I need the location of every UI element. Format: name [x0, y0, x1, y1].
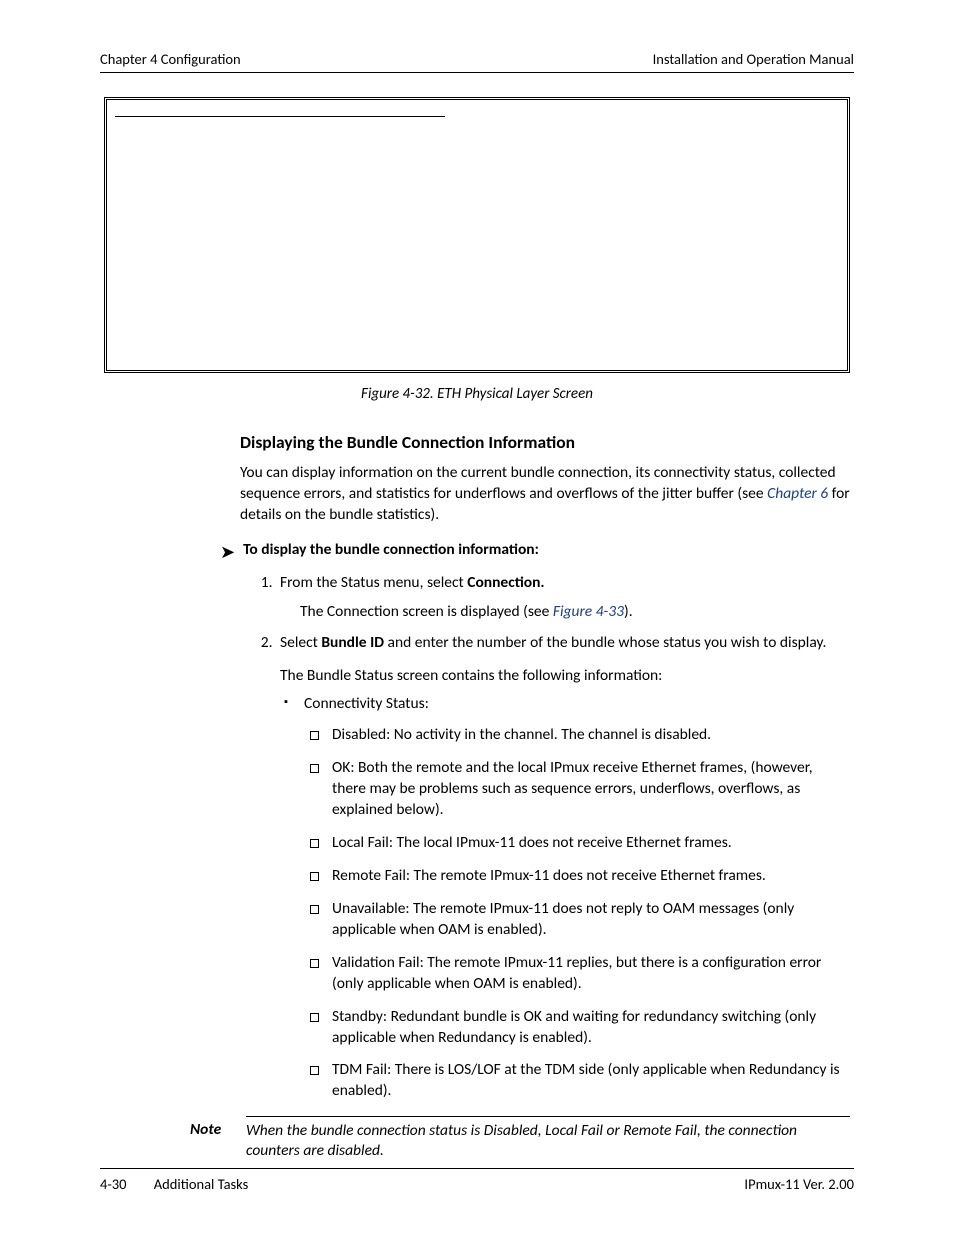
- step1-text-b: Connection.: [467, 573, 544, 592]
- status-standby: Standby: Redundant bundle is OK and wait…: [304, 1007, 850, 1049]
- step-2: Select Bundle ID and enter the number of…: [276, 633, 850, 1103]
- document-page: Chapter 4 Configuration Installation and…: [0, 0, 954, 1235]
- header-left: Chapter 4 Configuration: [100, 50, 241, 68]
- step1-sub: The Connection screen is displayed (see …: [300, 602, 850, 623]
- step1-text-a: From the Status menu, select: [280, 573, 467, 592]
- running-footer: 4-30 Additional Tasks IPmux-11 Ver. 2.00: [100, 1168, 854, 1193]
- chapter-link[interactable]: Chapter 6: [767, 484, 828, 503]
- status-remote-fail: Remote Fail: The remote IPmux-11 does no…: [304, 866, 850, 887]
- header-right: Installation and Operation Manual: [653, 50, 854, 68]
- arrow-icon: ➤: [220, 541, 235, 563]
- step2-text-b: Bundle ID: [321, 633, 384, 652]
- figure-rule: [115, 116, 445, 117]
- intro-text-1: You can display information on the curre…: [240, 463, 836, 503]
- status-unavailable: Unavailable: The remote IPmux-11 does no…: [304, 899, 850, 941]
- step2-sub: The Bundle Status screen contains the fo…: [280, 666, 850, 687]
- page-number: 4-30: [100, 1175, 127, 1193]
- status-tdm-fail: TDM Fail: There is LOS/LOF at the TDM si…: [304, 1060, 850, 1102]
- section-heading: Displaying the Bundle Connection Informa…: [240, 431, 850, 453]
- step2-text-a: Select: [280, 633, 321, 652]
- procedure-title: To display the bundle connection informa…: [243, 540, 539, 559]
- status-validation-fail: Validation Fail: The remote IPmux-11 rep…: [304, 953, 850, 995]
- procedure-steps: From the Status menu, select Connection.…: [250, 573, 850, 1103]
- step1-sub-a: The Connection screen is displayed (see: [300, 602, 553, 621]
- status-local-fail: Local Fail: The local IPmux-11 does not …: [304, 833, 850, 854]
- bullet-label: Connectivity Status:: [304, 694, 429, 713]
- figure-caption: Figure 4-32. ETH Physical Layer Screen: [100, 385, 854, 403]
- step1-sub-b: ).: [624, 602, 633, 621]
- step2-text-c: and enter the number of the bundle whose…: [384, 633, 826, 652]
- section-block: Displaying the Bundle Connection Informa…: [240, 431, 850, 526]
- running-header: Chapter 4 Configuration Installation and…: [100, 50, 854, 73]
- footer-right: IPmux-11 Ver. 2.00: [744, 1175, 854, 1193]
- status-disabled: Disabled: No activity in the channel. Th…: [304, 725, 850, 746]
- status-list: Disabled: No activity in the channel. Th…: [304, 725, 850, 1102]
- figure-link[interactable]: Figure 4-33: [553, 602, 624, 621]
- note-body: When the bundle connection status is Dis…: [246, 1116, 850, 1168]
- figure-placeholder: [104, 97, 850, 373]
- note-label: Note: [190, 1116, 246, 1168]
- bullet-list: Connectivity Status: Disabled: No activi…: [280, 694, 850, 1102]
- step-1: From the Status menu, select Connection.…: [276, 573, 850, 623]
- footer-section: Additional Tasks: [154, 1175, 249, 1193]
- intro-paragraph: You can display information on the curre…: [240, 463, 850, 526]
- status-ok: OK: Both the remote and the local IPmux …: [304, 758, 850, 821]
- bullet-connectivity: Connectivity Status: Disabled: No activi…: [280, 694, 850, 1102]
- footer-left: 4-30 Additional Tasks: [100, 1175, 248, 1193]
- procedure-heading-row: ➤ To display the bundle connection infor…: [220, 540, 854, 563]
- note-block: Note When the bundle connection status i…: [190, 1116, 850, 1168]
